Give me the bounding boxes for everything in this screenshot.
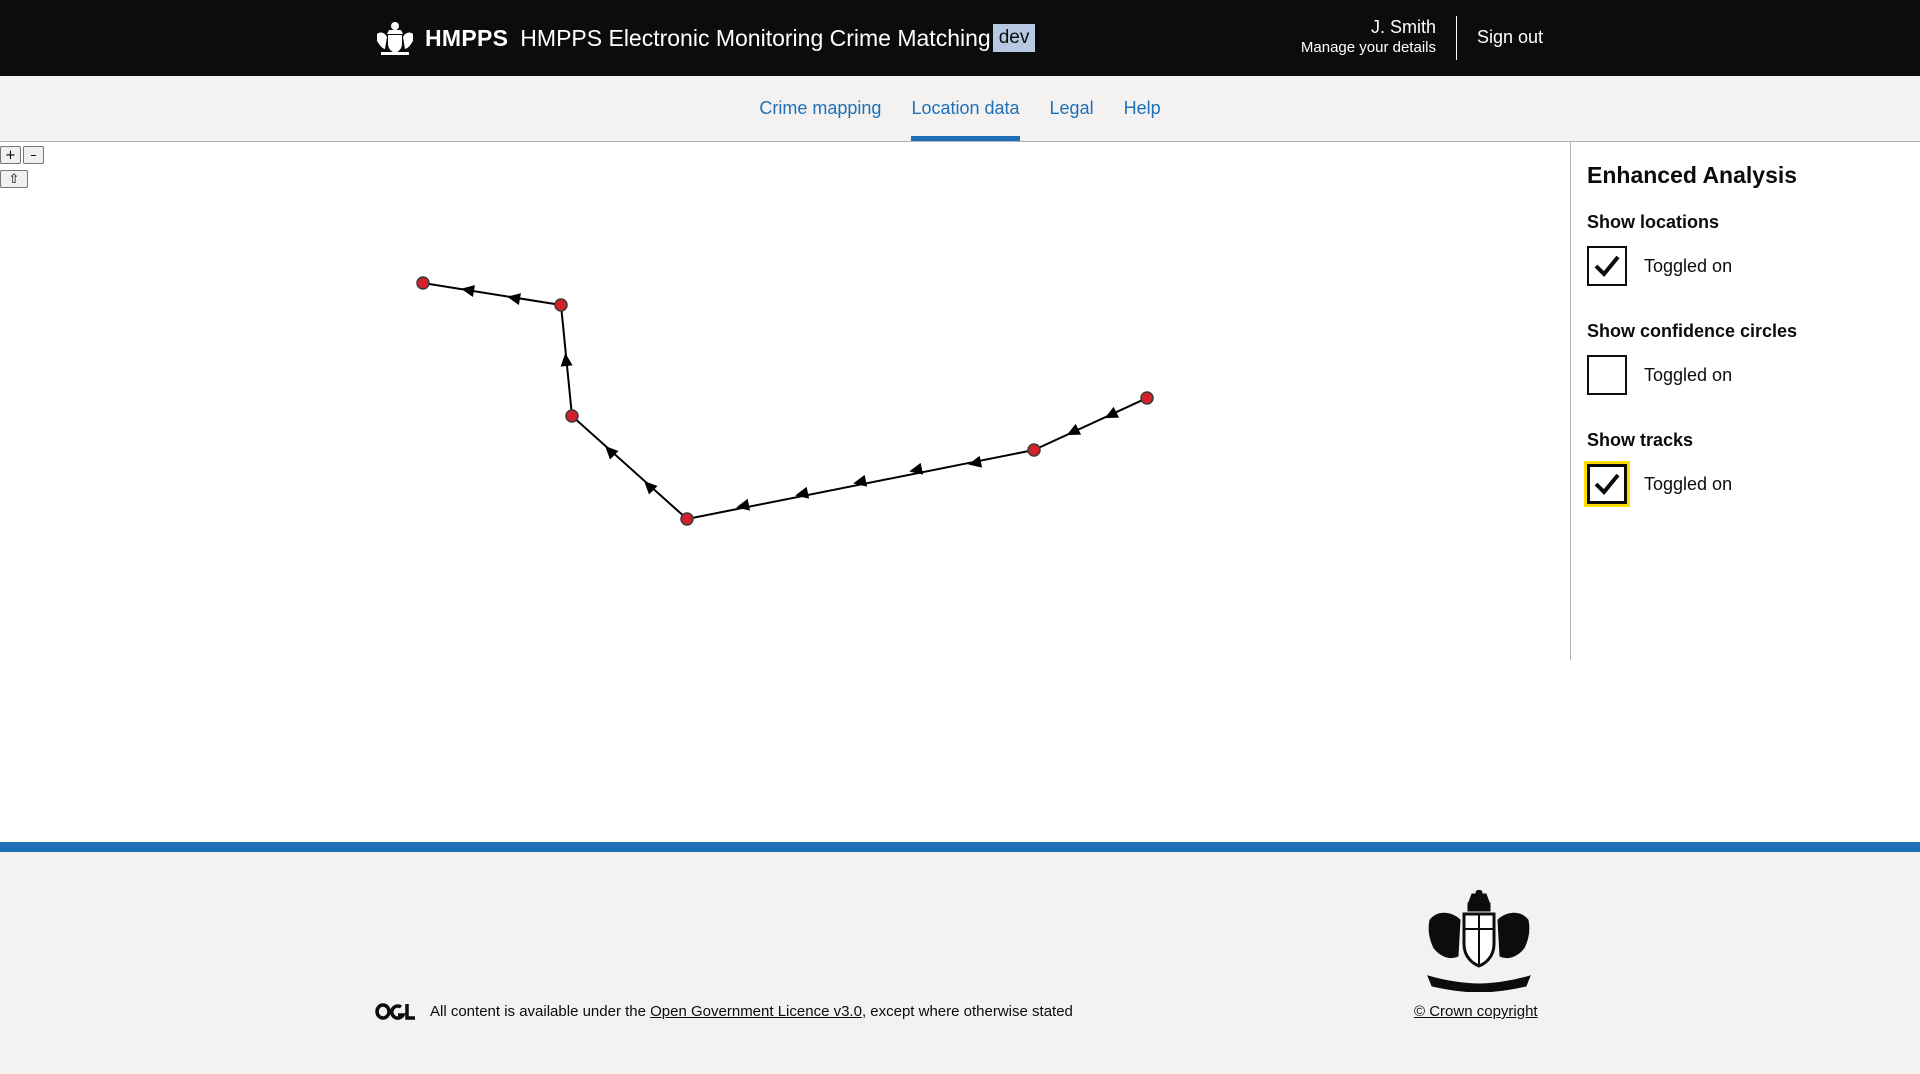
zoom-out-button[interactable]: – — [23, 146, 44, 164]
track-layer — [416, 276, 1154, 526]
licence-text: All content is available under the Open … — [430, 1003, 1073, 1020]
enhanced-analysis-panel: Enhanced Analysis Show locations Toggled… — [1570, 142, 1920, 660]
nav-legal[interactable]: Legal — [1050, 76, 1094, 141]
show-locations-checkbox[interactable] — [1587, 246, 1627, 286]
location-marker[interactable] — [680, 512, 694, 526]
toggle-label: Show locations — [1587, 212, 1720, 232]
service-name: HMPPS Electronic Monitoring Crime Matchi… — [520, 24, 991, 51]
site-footer: All content is available under the Open … — [0, 852, 1920, 1074]
zoom-in-button[interactable]: + — [0, 146, 21, 164]
location-marker[interactable] — [565, 409, 579, 423]
show-tracks-checkbox[interactable] — [1584, 461, 1630, 507]
sign-out-link[interactable]: Sign out — [1477, 27, 1543, 48]
user-name: J. Smith — [1370, 17, 1436, 37]
toggle-show-confidence-circles: Show confidence circles Toggled on — [1587, 321, 1797, 395]
user-account: J. Smith Manage your details — [1301, 16, 1436, 58]
licence-suffix: , except where otherwise stated — [861, 1003, 1073, 1020]
track-segment — [571, 415, 688, 520]
location-marker[interactable] — [1027, 443, 1041, 457]
direction-arrow-icon — [560, 353, 573, 367]
direction-arrow-icon — [795, 486, 810, 499]
nav-help[interactable]: Help — [1124, 76, 1161, 141]
track-segment — [422, 282, 562, 306]
org-name: HMPPS — [425, 24, 509, 51]
direction-arrow-icon — [853, 474, 868, 487]
ogl-logo-icon — [375, 1003, 415, 1020]
checkmark-icon — [1594, 473, 1620, 495]
open-government-licence-link[interactable]: Open Government Licence v3.0 — [650, 1003, 862, 1020]
crest-icon — [377, 22, 413, 55]
home-link[interactable]: HMPPS HMPPS Electronic Monitoring Crime … — [375, 18, 1036, 58]
toggle-state-text: Toggled on — [1644, 255, 1733, 276]
location-marker[interactable] — [1140, 391, 1154, 405]
panel-title: Enhanced Analysis — [1587, 162, 1798, 188]
toggle-state-text: Toggled on — [1644, 473, 1733, 494]
direction-arrow-icon — [1104, 406, 1120, 419]
reset-view-button[interactable]: ⇧ — [0, 170, 28, 188]
toggle-state-text: Toggled on — [1644, 364, 1733, 385]
checkmark-icon — [1594, 255, 1620, 277]
track-segment — [1033, 397, 1148, 451]
header-divider — [1456, 16, 1457, 60]
toggle-label: Show confidence circles — [1587, 321, 1798, 341]
direction-arrow-icon — [736, 498, 751, 511]
show-confidence-circles-checkbox[interactable] — [1587, 355, 1627, 395]
direction-arrow-icon — [507, 293, 521, 305]
toggle-show-locations: Show locations Toggled on — [1587, 212, 1732, 286]
toggle-show-tracks: Show tracks Toggled on — [1584, 430, 1733, 507]
nav-crime-mapping[interactable]: Crime mapping — [759, 76, 881, 141]
direction-arrow-icon — [1066, 423, 1082, 436]
toggle-label: Show tracks — [1587, 430, 1694, 450]
footer-accent-bar — [0, 842, 1920, 852]
manage-details-link[interactable]: Manage your details — [1301, 38, 1436, 58]
nav-location-data[interactable]: Location data — [911, 76, 1020, 141]
licence-prefix: All content is available under the — [430, 1003, 651, 1020]
primary-navigation: Crime mapping Location data Legal Help — [0, 76, 1920, 142]
environment-tag: dev — [992, 24, 1036, 52]
crown-copyright-link[interactable]: © Crown copyright — [1414, 1003, 1538, 1020]
location-marker[interactable] — [416, 276, 430, 290]
location-marker[interactable] — [554, 298, 568, 312]
location-map[interactable]: + – ⇧ — [0, 142, 1570, 660]
site-header: HMPPS HMPPS Electronic Monitoring Crime … — [0, 0, 1920, 76]
royal-coat-of-arms-icon — [1427, 890, 1531, 992]
